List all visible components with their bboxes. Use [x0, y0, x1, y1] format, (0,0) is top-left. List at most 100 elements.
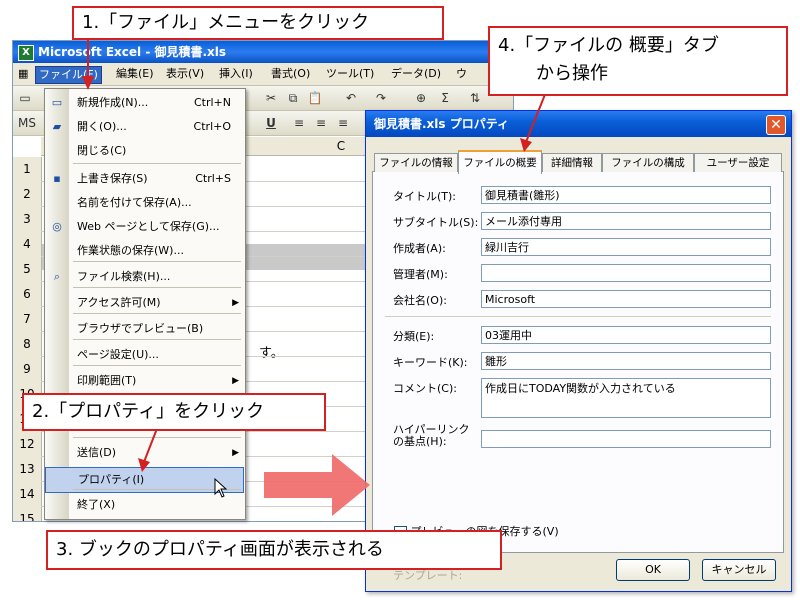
- redo-icon[interactable]: ↷: [373, 90, 389, 106]
- row-header[interactable]: 7: [13, 307, 42, 333]
- menu-item-save-as-web[interactable]: ◎ Web ページとして保存(G)...: [45, 215, 245, 239]
- field-input-company[interactable]: Microsoft: [481, 290, 771, 308]
- menu-item-print-area[interactable]: 印刷範囲(T) ▶: [45, 369, 245, 393]
- row-header[interactable]: 3: [13, 207, 42, 233]
- menu-separator: [73, 261, 241, 262]
- cancel-button[interactable]: キャンセル: [702, 559, 776, 581]
- row-header[interactable]: 1: [13, 157, 42, 183]
- menu-item-open[interactable]: ▰ 開く(O)... Ctrl+O: [45, 115, 245, 139]
- menu-item-shortcut: Ctrl+N: [193, 96, 231, 109]
- autosum-icon[interactable]: Σ: [437, 90, 453, 106]
- underline-icon[interactable]: U: [263, 115, 279, 131]
- row-header[interactable]: 2: [13, 182, 42, 208]
- menu-item-save-workspace[interactable]: 作業状態の保存(W)...: [45, 239, 245, 263]
- menu-item-label: ブラウザでプレビュー(B): [77, 322, 204, 335]
- menu-view[interactable]: 表示(V): [163, 66, 207, 82]
- field-input-category[interactable]: 03運用中: [481, 326, 771, 344]
- font-box[interactable]: MS: [17, 115, 37, 131]
- callout-step-3: 3. ブックのプロパティ画面が表示される: [46, 530, 502, 570]
- mouse-cursor-icon: [214, 478, 228, 498]
- menu-item-shortcut: Ctrl+S: [195, 172, 231, 185]
- align-left-icon[interactable]: ≡: [291, 115, 307, 131]
- field-label-company: 会社名(O):: [393, 294, 447, 307]
- field-input-title[interactable]: 御見積書(雛形): [481, 186, 771, 204]
- copy-icon[interactable]: ⧉: [285, 90, 301, 106]
- callout-step-4: 4.「ファイルの 概要」タブ から操作: [488, 26, 788, 96]
- pointer-arrow-icon-3: [520, 91, 547, 152]
- row-header[interactable]: 14: [13, 482, 42, 508]
- cut-icon[interactable]: ✂: [263, 90, 279, 106]
- menu-item-browser-preview[interactable]: ブラウザでプレビュー(B): [45, 317, 245, 341]
- field-input-comments[interactable]: 作成日にTODAY関数が入力されている: [481, 378, 771, 418]
- menu-window[interactable]: ウ: [453, 66, 470, 82]
- align-center-icon[interactable]: ≡: [313, 115, 329, 131]
- tab-custom[interactable]: ユーザー設定: [694, 153, 782, 172]
- menu-item-label: 開く(O)...: [77, 120, 127, 133]
- row-header[interactable]: 6: [13, 282, 42, 308]
- menu-item-close[interactable]: 閉じる(C): [45, 139, 245, 163]
- field-input-manager[interactable]: [481, 264, 771, 282]
- excel-app-icon: X: [18, 44, 34, 61]
- row-header[interactable]: 8: [13, 332, 42, 358]
- menu-item-label: アクセス許可(M): [77, 296, 161, 309]
- field-label-author: 作成者(A):: [393, 242, 446, 255]
- menu-item-page-setup[interactable]: ページ設定(U)...: [45, 343, 245, 367]
- menu-separator: [73, 287, 241, 288]
- field-input-keywords[interactable]: 雛形: [481, 352, 771, 370]
- field-input-subject[interactable]: メール添付専用: [481, 212, 771, 230]
- field-label-title: タイトル(T):: [393, 190, 457, 203]
- web-save-icon: ◎: [52, 220, 62, 233]
- menu-tools[interactable]: ツール(T): [323, 66, 377, 82]
- workbook-control-icon[interactable]: ▦: [15, 66, 37, 82]
- cell-text-fragment: す。: [259, 346, 284, 361]
- menu-item-file-search[interactable]: ⌕ ファイル検索(H)...: [45, 265, 245, 289]
- menu-item-shortcut: Ctrl+O: [193, 120, 231, 133]
- menu-item-permission[interactable]: アクセス許可(M) ▶: [45, 291, 245, 315]
- hyperlink-icon[interactable]: ⊕: [413, 90, 429, 106]
- callout-step-2: 2.「プロパティ」をクリック: [22, 393, 326, 431]
- menu-item-label: 終了(X): [77, 498, 116, 511]
- row-header[interactable]: 13: [13, 457, 42, 483]
- column-c-header[interactable]: C: [311, 137, 371, 155]
- tab-file-contents[interactable]: ファイルの構成: [602, 153, 694, 172]
- undo-icon[interactable]: ↶: [343, 90, 359, 106]
- menu-separator: [73, 365, 241, 366]
- field-input-hyperlink-base[interactable]: [481, 430, 771, 448]
- paste-icon[interactable]: 📋: [307, 90, 323, 106]
- file-search-icon: ⌕: [53, 270, 61, 283]
- field-separator: [385, 316, 771, 317]
- row-header[interactable]: 5: [13, 257, 42, 283]
- new-icon[interactable]: ▭: [17, 90, 33, 106]
- row-header[interactable]: 9: [13, 357, 42, 383]
- align-right-icon[interactable]: ≡: [335, 115, 351, 131]
- menu-item-save[interactable]: ▪ 上書き保存(S) Ctrl+S: [45, 167, 245, 191]
- menu-item-label: 印刷範囲(T): [77, 374, 137, 387]
- submenu-arrow-icon: ▶: [232, 448, 239, 458]
- field-label-hyperlink-base: ハイパーリンクの基点(H):: [393, 423, 470, 448]
- submenu-arrow-icon: ▶: [232, 298, 239, 308]
- callout-step-1: 1.「ファイル」メニューをクリック: [72, 6, 444, 40]
- field-input-author[interactable]: 緑川吉行: [481, 238, 771, 256]
- menu-item-label: ファイル検索(H)...: [77, 270, 171, 283]
- field-label-category: 分類(E):: [393, 330, 435, 343]
- close-icon[interactable]: ✕: [766, 115, 786, 135]
- sort-icon[interactable]: ⇅: [467, 90, 483, 106]
- dialog-title-bar: 御見積書.xls プロパティ: [366, 111, 791, 137]
- field-label-subject: サブタイトル(S):: [393, 216, 479, 229]
- menu-item-label: 閉じる(C): [77, 144, 127, 157]
- ok-button[interactable]: OK: [616, 559, 690, 581]
- row-header[interactable]: 12: [13, 432, 42, 458]
- dialog-title: 御見積書.xls プロパティ: [374, 117, 510, 131]
- menu-data[interactable]: データ(D): [388, 66, 444, 82]
- menu-separator: [73, 339, 241, 340]
- callout-step-4-line2: から操作: [536, 63, 608, 84]
- menu-item-save-as[interactable]: 名前を付けて保存(A)...: [45, 191, 245, 215]
- row-header[interactable]: 15: [13, 507, 42, 521]
- row-header[interactable]: 4: [13, 232, 42, 258]
- menu-insert[interactable]: 挿入(I): [216, 66, 256, 82]
- big-arrow-icon: [264, 454, 370, 516]
- tab-panel-summary: タイトル(T): 御見積書(雛形) サブタイトル(S): メール添付専用作成者(A):…: [372, 171, 784, 582]
- menu-item-label: 上書き保存(S): [77, 172, 148, 185]
- menu-format[interactable]: 書式(O): [268, 66, 313, 82]
- tab-file-info[interactable]: ファイルの情報: [374, 153, 458, 172]
